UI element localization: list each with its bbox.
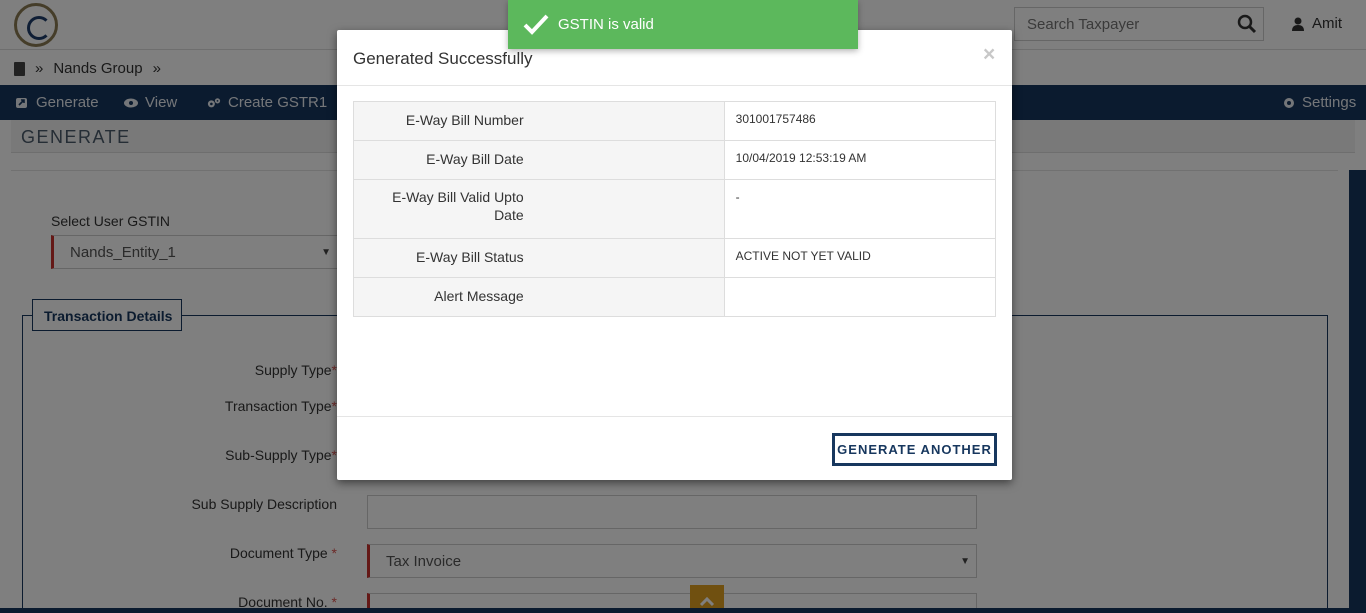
check-icon: [523, 14, 549, 35]
table-row: E-Way Bill Number 301001757486: [353, 101, 997, 141]
toast-message: GSTIN is valid: [558, 16, 654, 33]
eway-bill-valid-upto-value: -: [723, 179, 997, 239]
modal-title: Generated Successfully: [353, 49, 533, 68]
generate-another-button[interactable]: GENERATE ANOTHER: [832, 433, 997, 466]
eway-bill-date-value: 10/04/2019 12:53:19 AM: [723, 140, 997, 180]
generated-successfully-modal: Generated Successfully × E-Way Bill Numb…: [337, 30, 1012, 480]
eway-bill-number-label: E-Way Bill Number: [353, 101, 725, 141]
table-row: E-Way Bill Valid Upto Date -: [353, 179, 997, 239]
eway-bill-valid-upto-label: E-Way Bill Valid Upto Date: [353, 179, 725, 239]
eway-bill-status-value: ACTIVE NOT YET VALID: [723, 238, 997, 278]
table-row: E-Way Bill Date 10/04/2019 12:53:19 AM: [353, 140, 997, 180]
modal-footer: GENERATE ANOTHER: [337, 416, 1012, 480]
close-icon[interactable]: ×: [983, 43, 995, 67]
table-row: Alert Message: [353, 277, 997, 317]
alert-message-label: Alert Message: [353, 277, 725, 317]
success-toast[interactable]: GSTIN is valid: [508, 0, 858, 49]
alert-message-value: [723, 277, 997, 317]
eway-bill-status-label: E-Way Bill Status: [353, 238, 725, 278]
eway-bill-number-value: 301001757486: [723, 101, 997, 141]
eway-bill-details-table: E-Way Bill Number 301001757486 E-Way Bil…: [353, 101, 997, 317]
table-row: E-Way Bill Status ACTIVE NOT YET VALID: [353, 238, 997, 278]
eway-bill-date-label: E-Way Bill Date: [353, 140, 725, 180]
